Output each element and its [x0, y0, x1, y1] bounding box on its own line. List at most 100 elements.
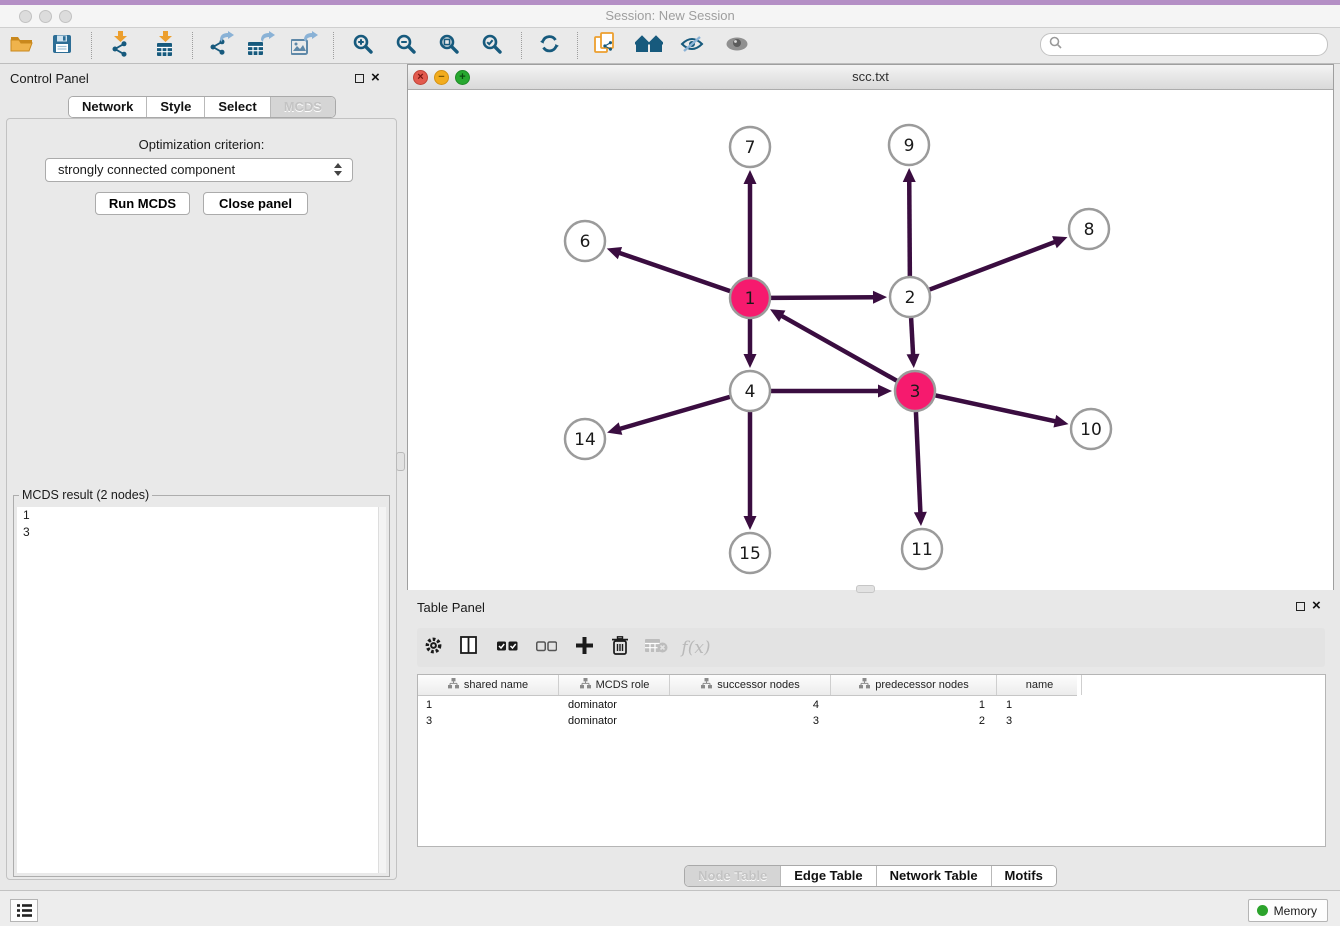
tab-motifs[interactable]: Motifs — [991, 866, 1056, 886]
function-builder-icon: f(x) — [681, 638, 710, 658]
delete-icon — [611, 636, 629, 660]
save-session-button[interactable] — [45, 31, 79, 61]
network-graph: 1 2 3 4 6 7 8 9 10 11 14 15 — [408, 90, 1333, 590]
node-1[interactable]: 1 — [730, 278, 770, 318]
network-view-titlebar: × − + scc.txt — [408, 65, 1333, 90]
run-mcds-button[interactable]: Run MCDS — [95, 192, 190, 215]
mcds-result-list[interactable]: 13 — [17, 507, 386, 873]
edge-3-1[interactable] — [770, 309, 897, 380]
node-6[interactable]: 6 — [565, 221, 605, 261]
node-9[interactable]: 9 — [889, 125, 929, 165]
export-image-icon — [291, 31, 319, 62]
refresh-button[interactable] — [532, 31, 566, 61]
function-builder-button[interactable]: f(x) — [681, 633, 711, 662]
column-layout-icon — [460, 636, 477, 659]
mcds-result-box: MCDS result (2 nodes) 13 — [13, 495, 390, 877]
svg-text:1: 1 — [745, 289, 756, 309]
table-cell: dominator — [560, 697, 670, 713]
tab-network-table[interactable]: Network Table — [876, 866, 991, 886]
column-header-shared-name[interactable]: shared name — [418, 675, 559, 695]
search-field[interactable] — [1040, 33, 1328, 56]
edge-1-4[interactable] — [744, 319, 757, 368]
edge-2-8[interactable] — [930, 236, 1068, 289]
svg-text:2: 2 — [905, 288, 916, 308]
table-cell: 1 — [998, 697, 1082, 713]
column-header-name[interactable]: name — [998, 675, 1082, 695]
import-network-icon — [109, 31, 131, 62]
import-table-button[interactable] — [148, 31, 182, 61]
close-panel-button[interactable]: Close panel — [203, 192, 308, 215]
zoom-selected-button[interactable] — [475, 31, 509, 61]
float-panel-icon[interactable] — [355, 74, 364, 83]
edge-1-7[interactable] — [744, 170, 757, 277]
clone-network-button[interactable] — [588, 31, 622, 61]
search-icon — [1049, 36, 1062, 54]
tab-mcds[interactable]: MCDS — [270, 97, 335, 117]
search-input[interactable] — [1062, 38, 1312, 52]
delete-table-button[interactable] — [641, 633, 671, 662]
zoom-fit-icon — [439, 34, 459, 59]
edge-4-15[interactable] — [744, 412, 757, 530]
column-header-predecessor-nodes[interactable]: predecessor nodes — [832, 675, 997, 695]
control-panel-tabs: NetworkStyleSelectMCDS — [0, 96, 404, 118]
node-4[interactable]: 4 — [730, 371, 770, 411]
tab-node-table[interactable]: Node Table — [685, 866, 780, 886]
zoom-out-button[interactable] — [389, 31, 423, 61]
network-canvas[interactable]: 1 2 3 4 6 7 8 9 10 11 14 15 — [408, 90, 1333, 590]
tab-style[interactable]: Style — [146, 97, 204, 117]
column-header-successor-nodes[interactable]: successor nodes — [671, 675, 831, 695]
node-11[interactable]: 11 — [902, 529, 942, 569]
memory-button[interactable]: Memory — [1248, 899, 1328, 922]
toolbar-separator — [333, 32, 334, 59]
zoom-fit-button[interactable] — [432, 31, 466, 61]
edge-2-9[interactable] — [903, 168, 916, 276]
edge-3-11[interactable] — [914, 412, 927, 526]
node-7[interactable]: 7 — [730, 127, 770, 167]
export-table-button[interactable] — [245, 31, 279, 61]
vertical-splitter-handle[interactable] — [396, 452, 405, 471]
import-network-button[interactable] — [103, 31, 137, 61]
tab-edge-table[interactable]: Edge Table — [780, 866, 875, 886]
select-all-button[interactable] — [492, 633, 522, 662]
table-row[interactable]: 1dominator411 — [418, 697, 1325, 713]
edge-1-6[interactable] — [607, 247, 730, 291]
edge-4-14[interactable] — [607, 397, 730, 435]
tab-select[interactable]: Select — [204, 97, 269, 117]
node-14[interactable]: 14 — [565, 419, 605, 459]
column-layout-button[interactable] — [453, 633, 483, 662]
table-row[interactable]: 3dominator323 — [418, 713, 1325, 729]
close-table-panel-icon[interactable]: × — [1312, 601, 1321, 611]
zoom-in-button[interactable] — [346, 31, 380, 61]
hide-selected-button[interactable] — [675, 31, 709, 61]
node-10[interactable]: 10 — [1071, 409, 1111, 449]
criterion-dropdown[interactable]: strongly connected component — [45, 158, 353, 182]
table-tabs: Node TableEdge TableNetwork TableMotifs — [407, 865, 1334, 887]
column-header-MCDS-role[interactable]: MCDS role — [560, 675, 670, 695]
tree-icon — [859, 678, 870, 692]
node-3[interactable]: 3 — [895, 371, 935, 411]
tab-network[interactable]: Network — [69, 97, 146, 117]
add-button[interactable] — [569, 633, 599, 662]
settings-button[interactable] — [418, 633, 448, 662]
task-history-button[interactable] — [10, 899, 38, 922]
import-table-icon — [154, 31, 176, 62]
edge-1-2[interactable] — [771, 291, 887, 304]
node-8[interactable]: 8 — [1069, 209, 1109, 249]
svg-text:8: 8 — [1084, 220, 1095, 240]
first-neighbors-button[interactable] — [632, 31, 666, 61]
result-scrollbar[interactable] — [378, 507, 386, 873]
delete-button[interactable] — [605, 633, 635, 662]
edge-4-3[interactable] — [771, 385, 892, 398]
export-image-button[interactable] — [288, 31, 322, 61]
edge-2-3[interactable] — [907, 318, 920, 368]
show-all-button[interactable] — [720, 31, 754, 61]
node-2[interactable]: 2 — [890, 277, 930, 317]
export-network-button[interactable] — [205, 31, 239, 61]
edge-3-10[interactable] — [936, 395, 1069, 427]
close-panel-icon[interactable]: × — [371, 73, 380, 83]
horizontal-splitter-handle[interactable] — [856, 585, 875, 593]
node-15[interactable]: 15 — [730, 533, 770, 573]
open-session-button[interactable] — [5, 31, 39, 61]
deselect-all-button[interactable] — [531, 633, 561, 662]
float-table-panel-icon[interactable] — [1296, 602, 1305, 611]
